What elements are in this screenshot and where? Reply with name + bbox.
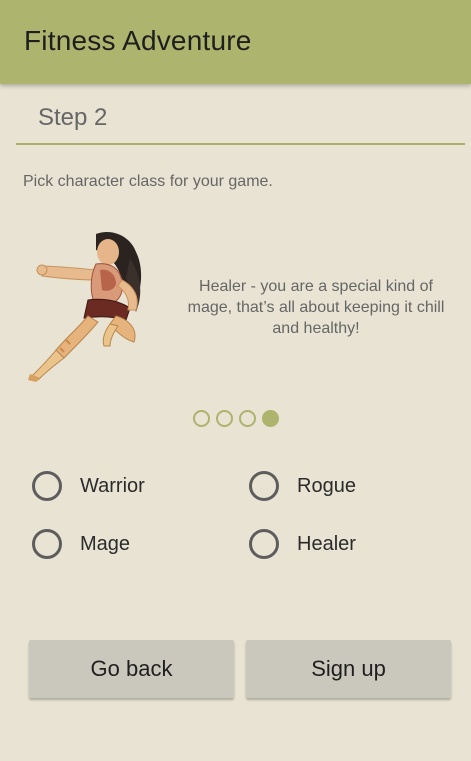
radio-option-warrior[interactable]: Warrior	[32, 469, 145, 503]
radio-button-icon[interactable]	[249, 471, 279, 501]
app-title: Fitness Adventure	[24, 25, 252, 56]
radio-label-warrior: Warrior	[80, 474, 145, 497]
pager-dot-2[interactable]	[216, 410, 233, 427]
pager-dot-1[interactable]	[193, 410, 210, 427]
radio-option-mage[interactable]: Mage	[32, 527, 130, 561]
pager-dot-4[interactable]	[262, 410, 279, 427]
step-divider	[16, 143, 465, 145]
radio-button-icon[interactable]	[249, 529, 279, 559]
radio-option-rogue[interactable]: Rogue	[249, 469, 356, 503]
radio-label-mage: Mage	[80, 532, 131, 555]
sign-up-button[interactable]: Sign up	[246, 640, 451, 698]
instruction-text: Pick character class for your game.	[23, 173, 273, 190]
radio-button-icon[interactable]	[32, 471, 62, 501]
radio-label-rogue: Rogue	[297, 474, 356, 497]
radio-option-healer[interactable]: Healer	[249, 527, 356, 561]
pager-dot-3[interactable]	[239, 410, 256, 427]
carousel-pager	[193, 410, 279, 428]
radio-button-icon[interactable]	[32, 529, 62, 559]
class-description: Healer - you are a special kind of mage,…	[187, 278, 445, 337]
radio-label-healer: Healer	[297, 532, 356, 555]
healer-character-illustration	[26, 228, 158, 383]
app-bar: Fitness Adventure	[0, 0, 471, 84]
go-back-button[interactable]: Go back	[29, 640, 234, 698]
step-label: Step 2	[38, 104, 108, 131]
